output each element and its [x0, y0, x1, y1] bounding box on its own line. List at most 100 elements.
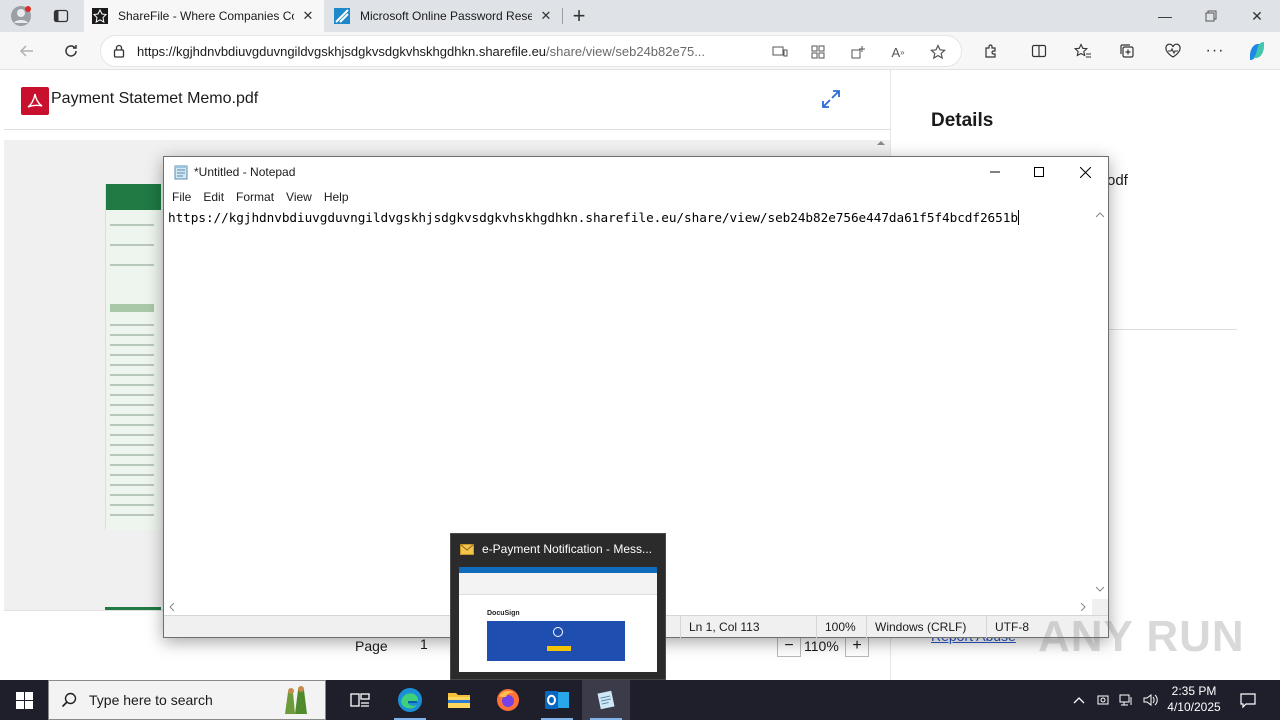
browser-toolbar: https://kgjhdnvbdiuvgduvngildvgskhjsdgkv…	[0, 32, 1280, 70]
scroll-right-icon[interactable]	[1080, 603, 1086, 611]
app-available-icon[interactable]	[767, 40, 793, 64]
taskbar-thumbnail-popup[interactable]: e-Payment Notification - Mess... DocuSig…	[450, 533, 666, 680]
tray-app-icon[interactable]	[1092, 680, 1114, 720]
back-button[interactable]	[12, 36, 42, 66]
show-hidden-icons-button[interactable]	[1068, 680, 1090, 720]
envelope-icon	[460, 544, 474, 555]
notepad-maximize-button[interactable]	[1016, 157, 1062, 187]
notification-icon	[1240, 692, 1256, 708]
zoom-in-button[interactable]: +	[845, 635, 869, 657]
collections-button[interactable]	[1112, 36, 1142, 66]
preview-row	[110, 334, 154, 336]
taskbar-outlook[interactable]	[533, 680, 581, 720]
page-label: Page	[355, 638, 388, 654]
menu-help[interactable]: Help	[320, 187, 353, 207]
taskbar-notepad[interactable]	[582, 680, 630, 720]
preview-toolbar	[459, 573, 657, 595]
preview-row	[110, 374, 154, 376]
profile-button[interactable]	[6, 1, 36, 31]
preview-row	[110, 434, 154, 436]
new-tab-button[interactable]: +	[564, 1, 594, 31]
notepad-menubar: File Edit Format View Help	[164, 187, 1108, 207]
extensions-button[interactable]	[976, 36, 1006, 66]
notepad-minimize-button[interactable]	[972, 157, 1018, 187]
refresh-button[interactable]	[56, 36, 86, 66]
favorites-button[interactable]	[1068, 36, 1098, 66]
read-aloud-icon[interactable]: A»	[885, 40, 911, 64]
taskbar-edge[interactable]	[386, 680, 434, 720]
notifications-button[interactable]	[1234, 680, 1262, 720]
menu-edit[interactable]: Edit	[199, 187, 228, 207]
tab-sharefile[interactable]: ShareFile - Where Companies Co ✕	[84, 0, 324, 32]
minimize-icon: —	[1158, 8, 1172, 24]
outlook-icon	[545, 691, 569, 709]
scroll-up-icon[interactable]	[876, 138, 886, 148]
clock-time: 2:35 PM	[1171, 684, 1217, 698]
close-icon[interactable]: ✕	[300, 8, 316, 24]
preview-row	[110, 514, 154, 516]
tab-actions-button[interactable]	[46, 1, 76, 31]
puzzle-icon	[985, 44, 996, 58]
notepad-vertical-scrollbar[interactable]	[1092, 207, 1108, 599]
task-view-button[interactable]	[336, 680, 384, 720]
split-screen-button[interactable]	[1024, 36, 1054, 66]
notepad-title: *Untitled - Notepad	[194, 165, 296, 179]
notepad-close-button[interactable]	[1062, 157, 1108, 187]
preview-row	[110, 244, 154, 246]
grid-icon[interactable]	[805, 40, 831, 64]
notepad-content: https://kgjhdnvbdiuvgduvngildvgskhjsdgkv…	[168, 210, 1019, 225]
status-cursor-position: Ln 1, Col 113	[680, 616, 816, 638]
sharefile-favicon-icon	[92, 8, 108, 24]
taskbar-clock[interactable]: 2:35 PM 4/10/2025	[1158, 683, 1230, 715]
preview-row	[110, 424, 154, 426]
scroll-down-icon[interactable]	[1096, 586, 1104, 592]
taskbar-search[interactable]: Type here to search	[48, 680, 326, 720]
lock-icon	[101, 44, 137, 58]
close-icon[interactable]: ✕	[538, 8, 554, 24]
preview-row	[110, 474, 154, 476]
restore-button[interactable]	[1188, 0, 1234, 32]
menu-view[interactable]: View	[282, 187, 316, 207]
preview-row	[110, 394, 154, 396]
profile-icon	[11, 6, 31, 26]
menu-file[interactable]: File	[168, 187, 195, 207]
preview-row	[110, 414, 154, 416]
expand-icon[interactable]	[820, 88, 842, 110]
network-button[interactable]	[1116, 680, 1138, 720]
close-window-button[interactable]: ✕	[1234, 0, 1280, 32]
preview-row	[110, 304, 154, 312]
email-preview[interactable]: DocuSign	[459, 567, 657, 672]
search-icon	[49, 692, 89, 708]
zoom-level: 110%	[804, 638, 839, 654]
close-icon	[1079, 166, 1091, 178]
settings-more-button[interactable]: ···	[1200, 36, 1230, 66]
scroll-left-icon[interactable]	[169, 603, 175, 611]
favorites-icon	[1074, 43, 1091, 58]
extensions-add-icon[interactable]	[845, 40, 871, 64]
start-button[interactable]	[0, 680, 48, 720]
menu-format[interactable]: Format	[232, 187, 278, 207]
browser-essentials-button[interactable]	[1158, 36, 1188, 66]
zoom-out-button[interactable]: −	[777, 635, 801, 657]
split-screen-icon	[1031, 44, 1047, 58]
notepad-titlebar[interactable]: *Untitled - Notepad	[164, 157, 1108, 187]
taskbar-firefox[interactable]	[484, 680, 532, 720]
tab-title: Microsoft Online Password Reset	[360, 9, 532, 23]
text-caret	[1017, 210, 1019, 225]
taskbar-file-explorer[interactable]	[435, 680, 483, 720]
preview-row	[110, 384, 154, 386]
address-bar[interactable]: https://kgjhdnvbdiuvgduvngildvgskhjsdgkv…	[100, 35, 962, 67]
copilot-icon	[1250, 42, 1264, 60]
folder-icon	[448, 693, 470, 708]
scroll-up-icon[interactable]	[1096, 212, 1104, 218]
tab-password-reset[interactable]: Microsoft Online Password Reset ✕	[326, 0, 562, 32]
notepad-icon	[174, 165, 188, 180]
viewer-header: Payment Statemet Memo.pdf	[4, 70, 890, 130]
preview-row	[110, 454, 154, 456]
details-divider	[1107, 329, 1237, 330]
minimize-button[interactable]: —	[1142, 0, 1188, 32]
copilot-button[interactable]	[1242, 36, 1272, 66]
task-view-icon	[350, 693, 370, 707]
star-icon[interactable]	[925, 40, 951, 64]
edge-icon	[398, 688, 422, 712]
